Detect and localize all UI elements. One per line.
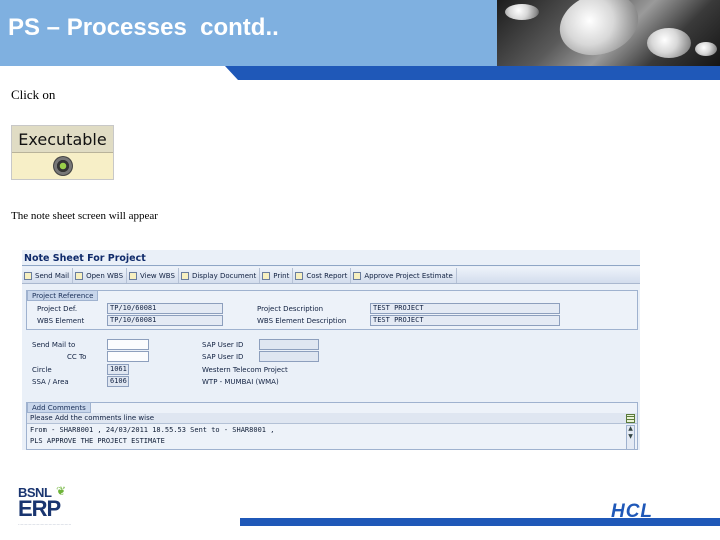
screen-title: Note Sheet For Project <box>24 253 146 264</box>
approve-icon <box>353 271 362 280</box>
sap-user-id-label-1: SAP User ID <box>202 341 244 349</box>
view-wbs-button[interactable]: View WBS <box>127 268 179 283</box>
hcl-logo: HCL <box>574 501 690 522</box>
comment-line[interactable]: PLS APPROVE THE PROJECT ESTIMATE <box>27 436 625 447</box>
project-def-field[interactable]: TP/10/60081 <box>107 303 223 314</box>
cc-to-label: CC To <box>67 353 87 361</box>
slide-header: PS – Processes contd.. <box>0 0 720 66</box>
sap-user-id-field-2[interactable] <box>259 351 319 362</box>
approve-project-estimate-label: Approve Project Estimate <box>364 271 453 280</box>
application-toolbar: Send Mail Open WBS View WBS Display Docu… <box>22 267 640 284</box>
executable-label: Executable <box>12 126 113 153</box>
title-divider <box>22 265 640 266</box>
send-mail-to-input[interactable] <box>107 339 149 350</box>
add-comments-group: Add Comments Please Add the comments lin… <box>26 402 638 450</box>
bsnl-tagline-graphic: ········································ <box>18 522 72 527</box>
display-document-button[interactable]: Display Document <box>179 268 261 283</box>
project-reference-title: Project Reference <box>27 290 99 301</box>
table-settings-icon[interactable] <box>626 414 635 423</box>
approve-project-estimate-button[interactable]: Approve Project Estimate <box>351 268 457 283</box>
cc-to-input[interactable] <box>107 351 149 362</box>
erp-logo-text: ERP <box>18 496 61 521</box>
scroll-down-icon[interactable]: ▼ <box>627 434 634 441</box>
add-comments-title: Add Comments <box>27 402 91 413</box>
executable-button[interactable]: Executable <box>11 125 114 180</box>
print-button[interactable]: Print <box>260 268 294 283</box>
project-description-field[interactable]: TEST PROJECT <box>370 303 560 314</box>
instruction-screen-appear: The note sheet screen will appear <box>11 210 158 222</box>
view-wbs-label: View WBS <box>140 271 175 280</box>
scroll-up-icon[interactable]: ▲ <box>627 426 634 433</box>
sap-user-id-label-2: SAP User ID <box>202 353 244 361</box>
display-document-label: Display Document <box>191 271 257 280</box>
slide-title: PS – Processes contd.. <box>8 14 279 41</box>
send-mail-label: Send Mail <box>35 271 70 280</box>
wbs-element-description-label: WBS Element Description <box>257 317 347 325</box>
mail-icon <box>24 271 32 280</box>
print-label: Print <box>273 271 290 280</box>
ssa-area-name: WTP - MUMBAI (WMA) <box>202 378 279 386</box>
document-icon <box>180 271 189 280</box>
circle-name: Western Telecom Project <box>202 366 288 374</box>
open-icon <box>75 271 84 280</box>
cost-report-button[interactable]: Cost Report <box>293 268 352 283</box>
project-description-label: Project Description <box>257 305 324 313</box>
bsnl-erp-logo: BSNL ❦ ERP ·····························… <box>18 485 80 529</box>
project-reference-group: Project Reference Project Def. TP/10/600… <box>26 290 638 330</box>
sap-note-sheet-screen: Note Sheet For Project Send Mail Open WB… <box>22 250 640 450</box>
circle-label: Circle <box>32 366 52 374</box>
view-icon <box>129 271 138 280</box>
comments-header: Please Add the comments line wise <box>27 413 637 424</box>
instruction-click-on: Click on <box>11 87 56 102</box>
comments-scrollbar[interactable]: ▲ ▼ <box>626 425 635 450</box>
send-mail-to-label: Send Mail to <box>32 341 76 349</box>
hcl-logo-text: HCL <box>611 501 653 522</box>
send-mail-button[interactable]: Send Mail <box>22 268 74 283</box>
execute-gear-icon <box>53 156 73 176</box>
ssa-area-field[interactable]: 6106 <box>107 376 129 387</box>
header-band <box>0 66 720 80</box>
report-icon <box>295 271 304 280</box>
open-wbs-button[interactable]: Open WBS <box>73 268 128 283</box>
wbs-element-label: WBS Element <box>37 317 85 325</box>
sap-user-id-field-1[interactable] <box>259 339 319 350</box>
comment-line[interactable]: From - SHAR8001 , 24/03/2011 18.55.53 Se… <box>27 425 625 436</box>
wbs-element-field[interactable]: TP/10/60081 <box>107 315 223 326</box>
wbs-element-description-field[interactable]: TEST PROJECT <box>370 315 560 326</box>
open-wbs-label: Open WBS <box>86 271 124 280</box>
print-icon <box>262 271 271 280</box>
cost-report-label: Cost Report <box>306 271 348 280</box>
circle-field[interactable]: 1061 <box>107 364 129 375</box>
ssa-area-label: SSA / Area <box>32 378 69 386</box>
project-def-label: Project Def. <box>37 305 78 313</box>
satellite-dish-image <box>497 0 720 66</box>
